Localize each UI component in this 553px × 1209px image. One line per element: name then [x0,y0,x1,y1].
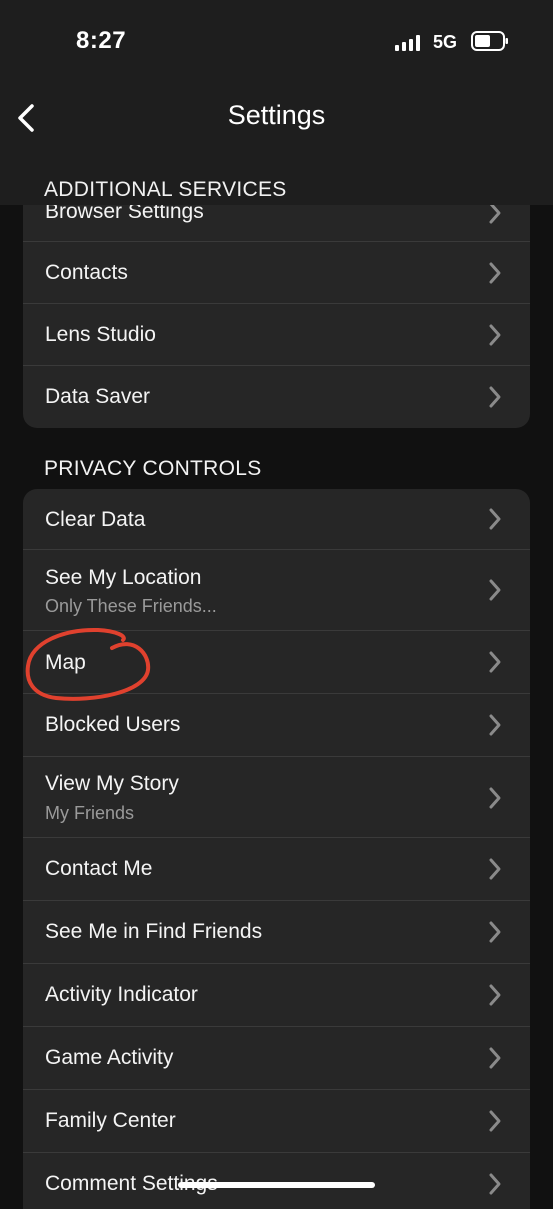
chevron-right-icon [489,579,501,601]
cellular-signal-icon [395,35,420,51]
section-header-privacy-controls: PRIVACY CONTROLS [44,457,262,480]
row-label: Data Saver [45,385,151,408]
chevron-right-icon [489,324,501,346]
settings-row-clear-data[interactable]: Clear Data [23,489,530,550]
row-sublabel: Only These Friends... [45,596,217,616]
settings-row-family-center[interactable]: Family Center [23,1090,530,1153]
row-label: Contact Me [45,857,153,880]
chevron-right-icon [489,386,501,408]
settings-row-view-my-story[interactable]: View My Story My Friends [23,757,530,838]
section-header-additional-services: ADDITIONAL SERVICES [44,178,287,201]
row-label: Lens Studio [45,323,156,346]
settings-row-comment-settings[interactable]: Comment Settings [23,1153,530,1209]
chevron-right-icon [489,714,501,736]
chevron-right-icon [489,1173,501,1195]
network-type: 5G [433,32,458,52]
chevron-right-icon [489,984,501,1006]
settings-row-contact-me[interactable]: Contact Me [23,838,530,901]
settings-row-see-my-location[interactable]: See My Location Only These Friends... [23,550,530,631]
page-title: Settings [227,100,326,130]
row-label: Clear Data [45,508,146,531]
row-label: View My Story [45,772,179,795]
settings-row-lens-studio[interactable]: Lens Studio [23,304,530,366]
settings-row-data-saver[interactable]: Data Saver [23,366,530,428]
chevron-right-icon [489,787,501,809]
chevron-right-icon [489,1047,501,1069]
chevron-right-icon [489,262,501,284]
row-label: Family Center [45,1109,176,1132]
row-label: Blocked Users [45,713,181,736]
privacy-controls-list: Clear Data See My Location Only These Fr… [23,489,530,1209]
home-indicator[interactable] [178,1182,375,1188]
chevron-right-icon [489,651,501,673]
settings-row-game-activity[interactable]: Game Activity [23,1027,530,1090]
status-time: 8:27 [76,27,127,54]
battery-icon [471,31,508,51]
additional-services-list: Browser Settings Contacts Lens Studio Da… [23,180,530,428]
chevron-right-icon [489,508,501,530]
settings-row-activity-indicator[interactable]: Activity Indicator [23,964,530,1027]
settings-row-map[interactable]: Map [23,631,530,694]
settings-row-see-me-in-find-friends[interactable]: See Me in Find Friends [23,901,530,964]
row-label: Map [45,651,86,674]
row-label: See My Location [45,566,202,589]
settings-row-contacts[interactable]: Contacts [23,242,530,304]
row-sublabel: My Friends [45,803,135,823]
navigation-header: 8:27 5G Settings ADDITIONAL SERVICES [0,0,553,205]
chevron-right-icon [489,1110,501,1132]
row-label: Contacts [45,261,128,284]
row-label: See Me in Find Friends [45,920,263,943]
settings-row-blocked-users[interactable]: Blocked Users [23,694,530,757]
chevron-right-icon [489,921,501,943]
chevron-right-icon [489,858,501,880]
row-label: Activity Indicator [45,983,198,1006]
row-label: Game Activity [45,1046,174,1069]
